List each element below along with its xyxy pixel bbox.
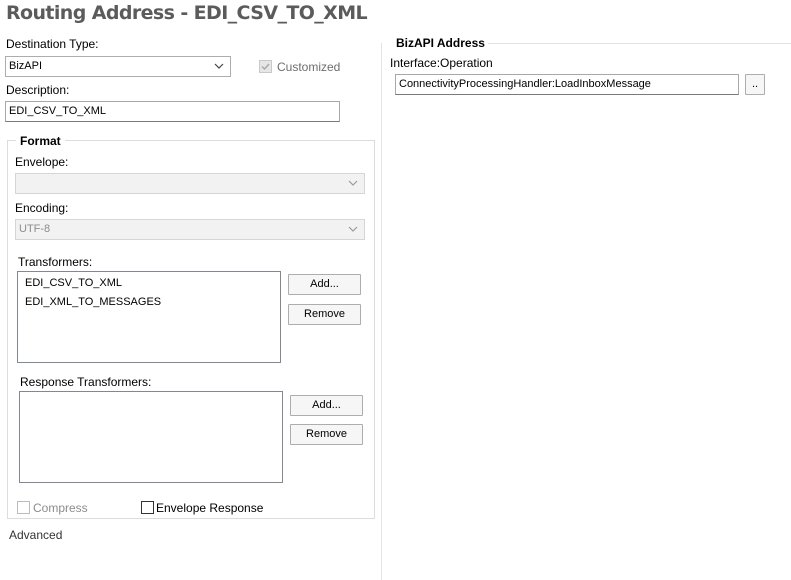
encoding-select[interactable]: UTF-8	[15, 219, 365, 240]
response-transformers-add-button[interactable]: Add...	[290, 395, 363, 416]
description-label: Description:	[6, 83, 70, 97]
list-item[interactable]: EDI_XML_TO_MESSAGES	[25, 296, 161, 308]
description-value: EDI_CSV_TO_XML	[9, 105, 107, 117]
browse-button[interactable]: ..	[745, 74, 765, 95]
right-panel-divider	[381, 43, 382, 580]
customized-checkbox[interactable]	[259, 60, 272, 73]
transformers-remove-button[interactable]: Remove	[288, 304, 361, 325]
chevron-down-icon	[348, 226, 358, 232]
envelope-response-checkbox[interactable]	[141, 501, 154, 514]
interface-operation-input[interactable]: ConnectivityProcessingHandler:LoadInboxM…	[395, 74, 739, 95]
compress-checkbox[interactable]	[17, 501, 30, 514]
envelope-response-label: Envelope Response	[156, 501, 264, 515]
encoding-value: UTF-8	[19, 223, 51, 235]
description-input[interactable]: EDI_CSV_TO_XML	[5, 101, 340, 122]
interface-operation-label: Interface:Operation	[390, 56, 493, 70]
transformers-list[interactable]: EDI_CSV_TO_XML EDI_XML_TO_MESSAGES	[17, 271, 281, 363]
customized-label: Customized	[277, 60, 341, 74]
page-title: Routing Address - EDI_CSV_TO_XML	[6, 2, 368, 24]
transformers-add-button[interactable]: Add...	[288, 274, 361, 295]
section-rule	[488, 43, 791, 44]
response-transformers-list[interactable]	[19, 391, 283, 483]
response-transformers-remove-button[interactable]: Remove	[290, 424, 363, 445]
response-transformers-label: Response Transformers:	[20, 375, 152, 389]
transformers-label: Transformers:	[18, 255, 93, 269]
format-legend: Format	[16, 134, 65, 148]
encoding-label: Encoding:	[15, 201, 69, 215]
destination-type-select[interactable]: BizAPI	[5, 56, 231, 77]
chevron-down-icon	[214, 63, 224, 69]
list-item[interactable]: EDI_CSV_TO_XML	[25, 277, 122, 289]
chevron-down-icon	[348, 180, 358, 186]
envelope-label: Envelope:	[15, 155, 69, 169]
check-icon	[261, 63, 270, 71]
envelope-select[interactable]	[15, 173, 365, 194]
interface-operation-value: ConnectivityProcessingHandler:LoadInboxM…	[399, 78, 651, 90]
destination-type-value: BizAPI	[9, 60, 43, 72]
destination-type-label: Destination Type:	[6, 37, 99, 51]
bizapi-address-title: BizAPI Address	[396, 36, 485, 50]
compress-label: Compress	[33, 501, 88, 515]
advanced-label[interactable]: Advanced	[9, 528, 62, 542]
